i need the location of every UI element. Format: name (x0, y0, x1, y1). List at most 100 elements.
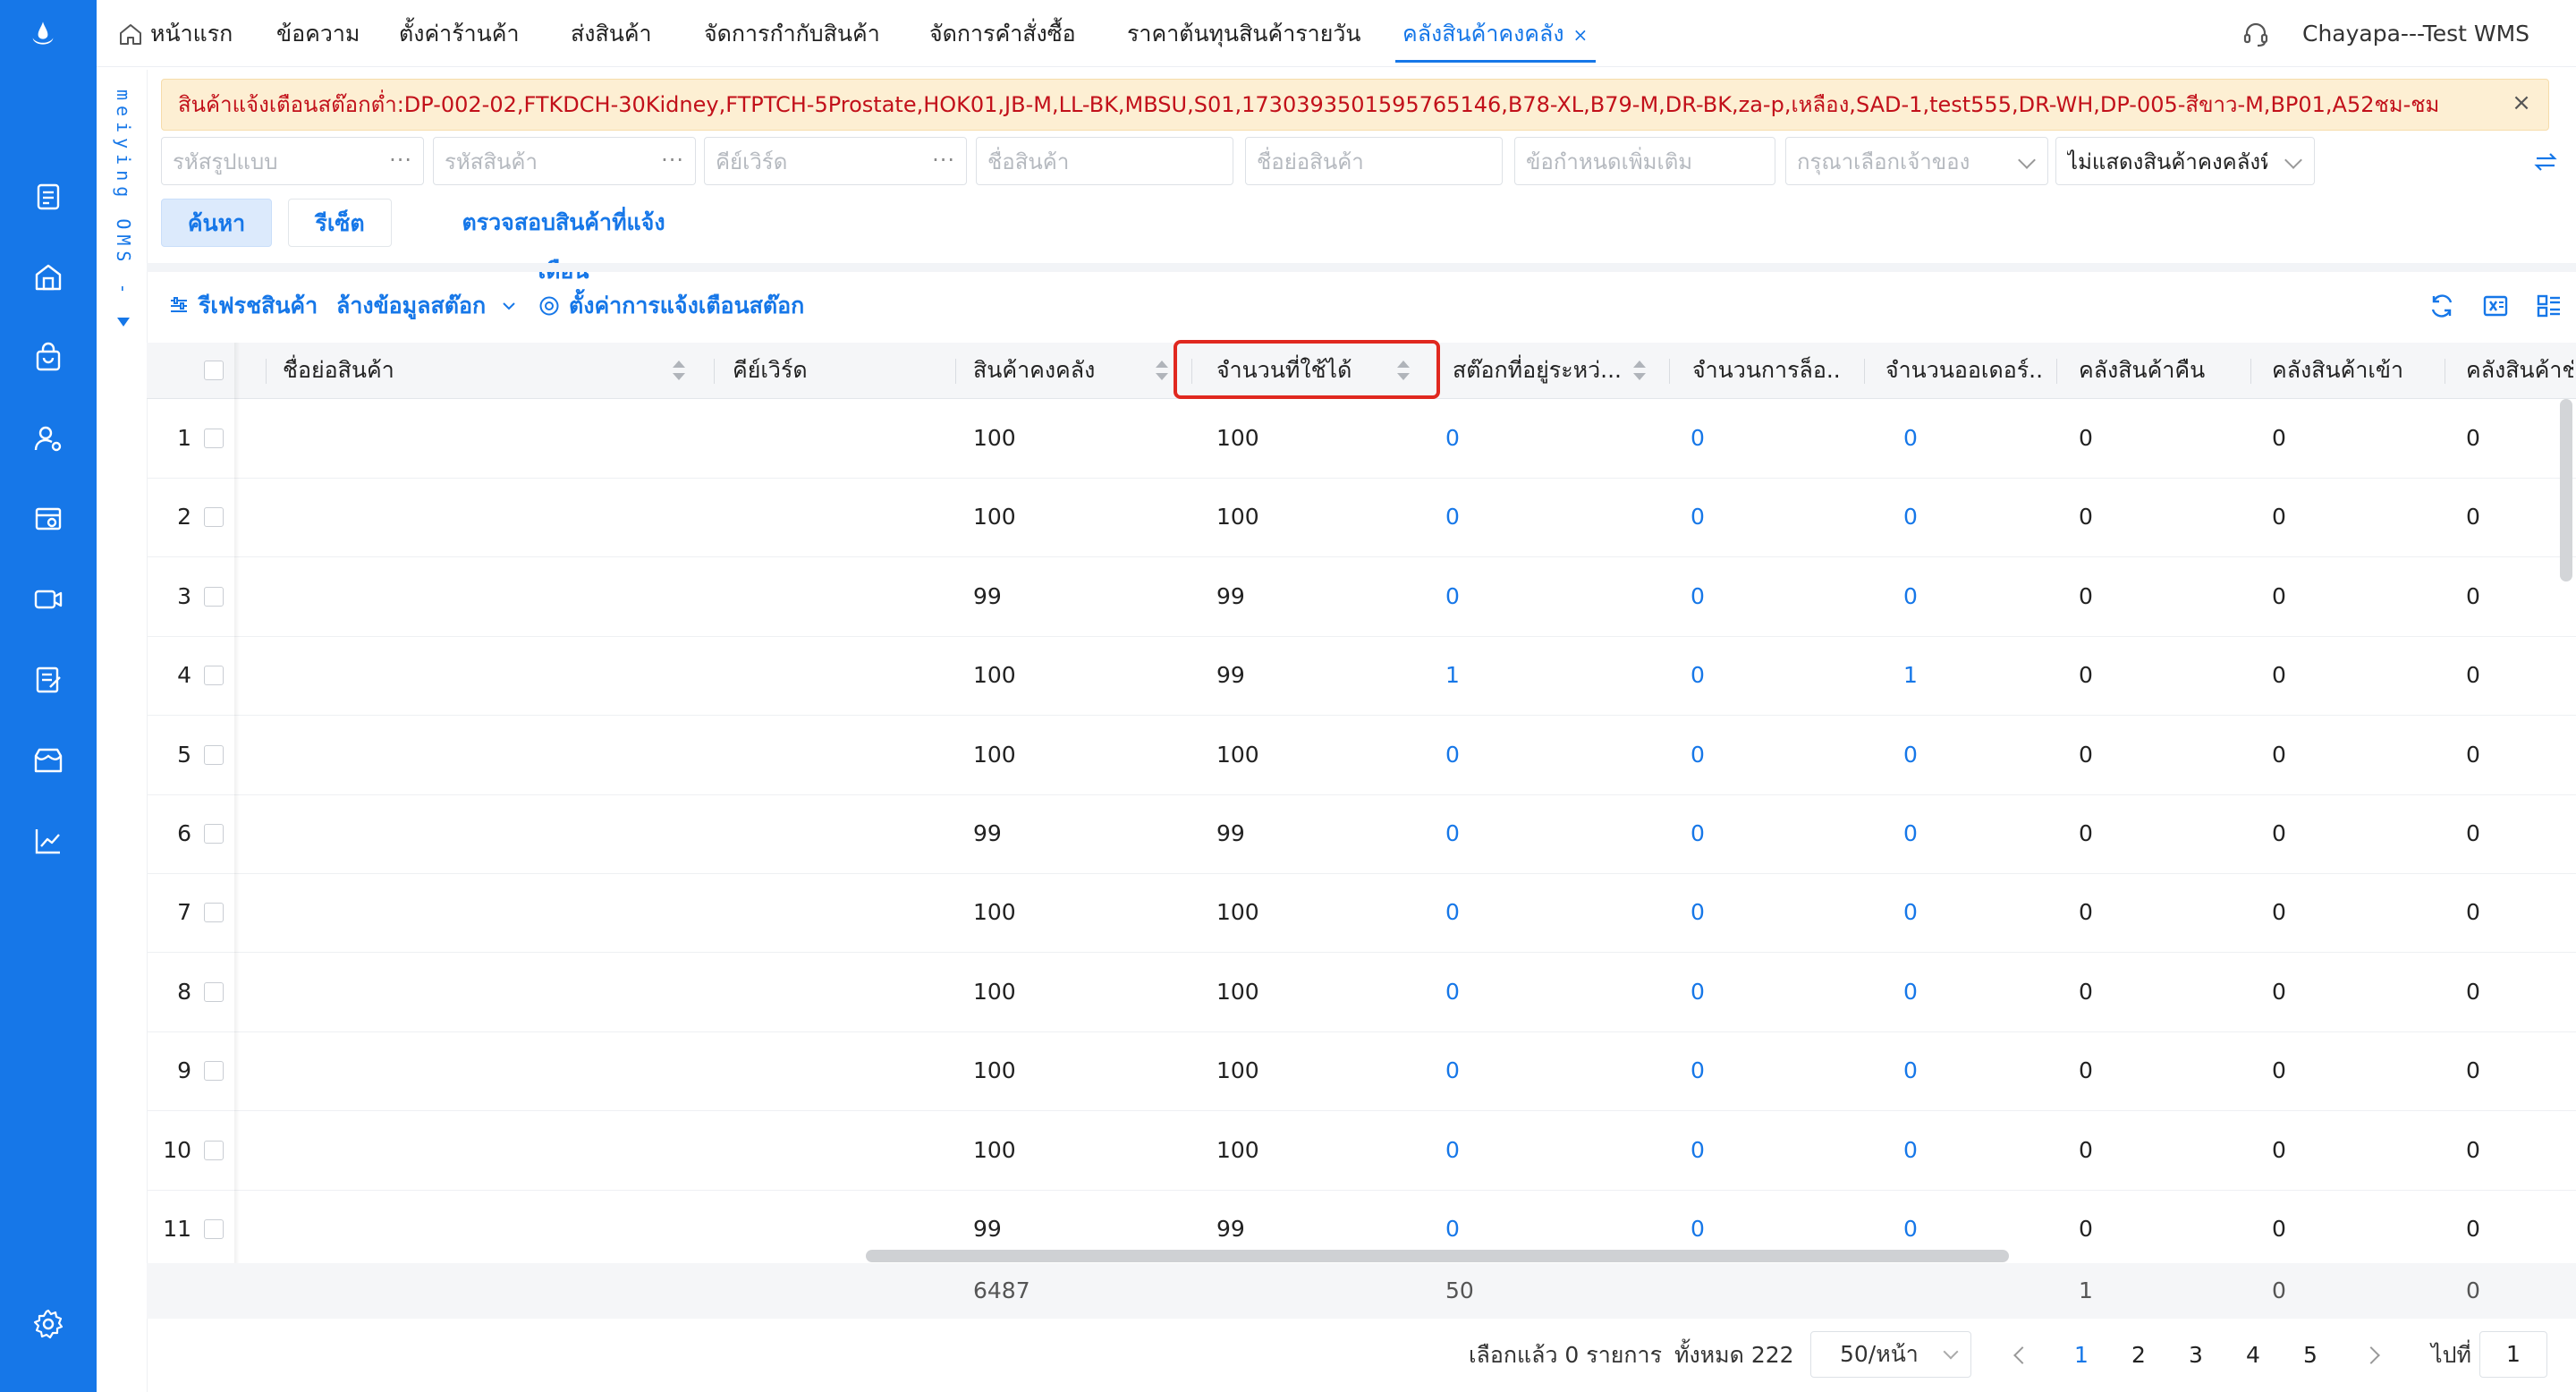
cell-locked[interactable]: 0 (1690, 873, 1705, 952)
table-row[interactable]: 1 100 100 0 0 0 0 0 0 (147, 399, 2576, 479)
product-short-name-filter[interactable]: ชื่อย่อสินค้า (1245, 137, 1503, 185)
sort-icon[interactable] (673, 361, 685, 382)
cell-locked[interactable]: 0 (1690, 557, 1705, 636)
horizontal-scrollbar[interactable] (866, 1250, 2009, 1262)
settings-gear-icon[interactable] (32, 1308, 64, 1340)
column-header-orders[interactable]: จำนวนออเดอร์... (1885, 343, 2045, 398)
tab-shipping[interactable]: ส่งสินค้า (571, 18, 652, 50)
tab-home[interactable]: หน้าแรก (150, 18, 233, 50)
refresh-products-button[interactable]: รีเฟรชสินค้า (168, 290, 318, 322)
expand-arrow-icon[interactable] (117, 318, 130, 327)
inventory-icon[interactable] (32, 503, 64, 535)
cell-in-transit[interactable]: 0 (1445, 557, 1460, 636)
page-size-select[interactable]: 50/หน้า (1810, 1331, 1971, 1378)
clear-stock-dropdown[interactable]: ล้างข้อมูลสต๊อก (336, 290, 517, 322)
page-3[interactable]: 3 (2178, 1335, 2214, 1376)
row-checkbox[interactable] (204, 981, 224, 1002)
stock-alert-settings-button[interactable]: ตั้งค่าการแจ้งเตือนสต๊อก (538, 290, 804, 322)
owner-select[interactable]: กรุณาเลือกเจ้าของ (1785, 137, 2048, 185)
table-row[interactable]: 8 100 100 0 0 0 0 0 0 (147, 953, 2576, 1032)
cell-in-transit[interactable]: 0 (1445, 794, 1460, 873)
tab-order-management[interactable]: จัดการคำสั่งซื้อ (929, 18, 1076, 50)
more-options-icon[interactable]: ··· (389, 147, 412, 174)
sort-icon[interactable] (1633, 361, 1646, 382)
cell-locked[interactable]: 0 (1690, 399, 1705, 478)
store-icon[interactable] (32, 261, 64, 293)
select-all-checkbox[interactable] (204, 361, 224, 380)
product-code-filter[interactable]: รหัสสินค้า ··· (433, 137, 696, 185)
analytics-icon[interactable] (32, 825, 64, 857)
cell-in-transit[interactable]: 0 (1445, 1031, 1460, 1110)
table-row[interactable]: 7 100 100 0 0 0 0 0 0 (147, 873, 2576, 954)
page-4[interactable]: 4 (2235, 1335, 2271, 1376)
tab-close-icon[interactable]: × (1573, 24, 1589, 46)
row-checkbox[interactable] (204, 666, 224, 686)
row-checkbox[interactable] (204, 1219, 224, 1239)
table-row[interactable]: 9 100 100 0 0 0 0 0 0 (147, 1031, 2576, 1112)
alert-close-icon[interactable]: × (2507, 89, 2536, 117)
goto-page-input[interactable]: 1 (2479, 1331, 2547, 1378)
cell-orders[interactable]: 0 (1903, 953, 1918, 1031)
oms-side-label[interactable]: meiying OMS - (113, 89, 134, 300)
style-code-filter[interactable]: รหัสรูปแบบ ··· (161, 137, 424, 185)
document-icon[interactable] (32, 181, 64, 213)
cell-locked[interactable]: 0 (1690, 636, 1705, 715)
cell-orders[interactable]: 0 (1903, 794, 1918, 873)
column-header-keyword[interactable]: คีย์เวิร์ด (733, 343, 894, 398)
row-checkbox[interactable] (204, 586, 224, 607)
cell-in-transit[interactable]: 0 (1445, 478, 1460, 556)
cell-locked[interactable]: 0 (1690, 478, 1705, 556)
column-header-inbound[interactable]: คลังสินค้าเข้า (2272, 343, 2433, 398)
cell-in-transit[interactable]: 0 (1445, 873, 1460, 952)
tab-shop-settings[interactable]: ตั้งค่าร้านค้า (399, 18, 520, 50)
table-row[interactable]: 2 100 100 0 0 0 0 0 0 (147, 478, 2576, 558)
cell-orders[interactable]: 0 (1903, 716, 1918, 794)
cell-orders[interactable]: 0 (1903, 399, 1918, 478)
cell-in-transit[interactable]: 0 (1445, 1111, 1460, 1190)
cell-in-transit[interactable]: 0 (1445, 953, 1460, 1031)
shopping-bag-icon[interactable] (32, 342, 64, 374)
cell-locked[interactable]: 0 (1690, 953, 1705, 1031)
tab-inventory[interactable]: คลังสินค้าคงคลัง × (1402, 18, 1588, 50)
cell-in-transit[interactable]: 1 (1445, 636, 1460, 715)
refresh-icon[interactable] (2428, 292, 2456, 320)
row-checkbox[interactable] (204, 429, 224, 448)
row-checkbox[interactable] (204, 744, 224, 765)
column-header-damaged[interactable]: คลังสินค้าชำ (2466, 343, 2573, 398)
tab-daily-cost[interactable]: ราคาต้นทุนสินค้ารายวัน (1127, 18, 1360, 50)
cell-orders[interactable]: 0 (1903, 873, 1918, 952)
table-row[interactable]: 6 99 99 0 0 0 0 0 0 (147, 794, 2576, 874)
extra-spec-filter[interactable]: ข้อกำหนดเพิ่มเติม (1514, 137, 1775, 185)
cell-orders[interactable]: 1 (1903, 636, 1918, 715)
row-checkbox[interactable] (204, 903, 224, 923)
tab-messages[interactable]: ข้อความ (276, 18, 360, 50)
product-name-filter[interactable]: ชื่อสินค้า (976, 137, 1233, 185)
column-header-stock[interactable]: สินค้าคงคลัง (973, 343, 1125, 398)
prev-page-icon[interactable] (2013, 1346, 2031, 1364)
row-checkbox[interactable] (204, 824, 224, 844)
column-header-short-name[interactable]: ชื่อย่อสินค้า (283, 343, 479, 398)
home-icon[interactable] (118, 21, 143, 47)
cell-orders[interactable]: 0 (1903, 1111, 1918, 1190)
swap-arrows-icon[interactable] (2531, 148, 2560, 176)
reset-button[interactable]: รีเซ็ต (288, 199, 392, 247)
cell-locked[interactable]: 0 (1690, 716, 1705, 794)
table-row[interactable]: 4 100 99 1 0 1 0 0 0 (147, 636, 2576, 717)
cell-orders[interactable]: 0 (1903, 1031, 1918, 1110)
support-headset-icon[interactable] (2241, 20, 2270, 48)
column-header-in-transit[interactable]: สต๊อกที่อยู่ระหว่... (1453, 343, 1623, 398)
user-settings-icon[interactable] (32, 422, 64, 454)
tab-product-management[interactable]: จัดการกำกับสินค้า (704, 18, 880, 50)
row-checkbox[interactable] (204, 1061, 224, 1082)
app-logo-icon[interactable] (27, 20, 72, 73)
more-options-icon[interactable]: ··· (661, 147, 684, 174)
warehouse-icon[interactable] (32, 744, 64, 777)
more-options-icon[interactable]: ··· (932, 147, 955, 174)
column-header-locked[interactable]: จำนวนการล็อ... (1692, 343, 1843, 398)
sort-icon[interactable] (1156, 361, 1168, 382)
cell-locked[interactable]: 0 (1690, 1031, 1705, 1110)
cell-in-transit[interactable]: 0 (1445, 399, 1460, 478)
user-name[interactable]: Chayapa---Test WMS (2302, 18, 2529, 50)
page-1[interactable]: 1 (2063, 1335, 2099, 1376)
video-icon[interactable] (32, 583, 64, 615)
